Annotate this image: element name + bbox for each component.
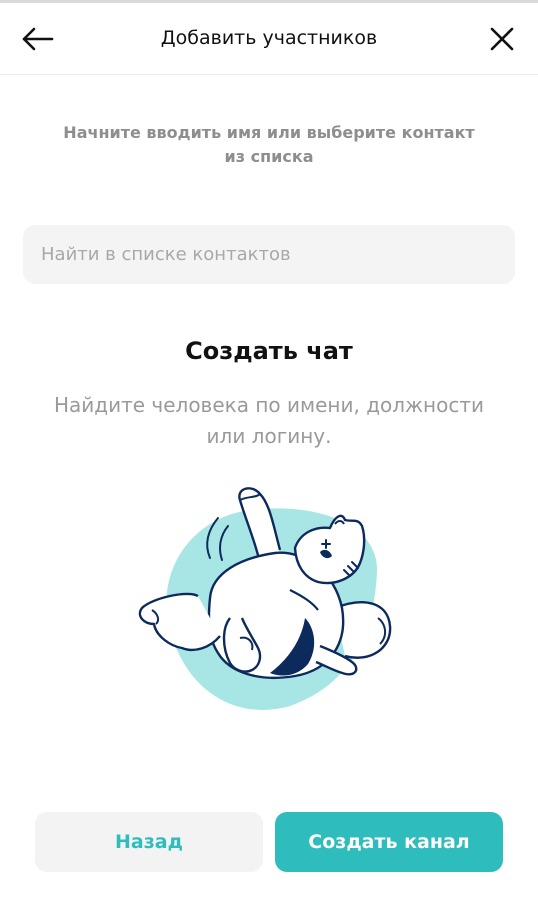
back-footer-button[interactable]: Назад [35, 812, 263, 872]
hint-text: Начните вводить имя или выберите контакт… [40, 121, 498, 169]
header: Добавить участников [0, 3, 538, 75]
cat-illustration [130, 478, 410, 718]
empty-state-title: Создать чат [185, 337, 353, 365]
create-channel-button[interactable]: Создать канал [275, 812, 503, 872]
empty-state-description: Найдите человека по имени, должности или… [30, 390, 508, 452]
close-button[interactable] [484, 21, 520, 57]
search-input[interactable] [23, 225, 515, 284]
empty-state-desc-line-2: или логину. [206, 424, 332, 448]
empty-state-desc-line-1: Найдите человека по имени, должности [53, 393, 485, 417]
page-title: Добавить участников [160, 27, 378, 49]
hint-line-2: из списка [224, 147, 314, 166]
close-icon [490, 27, 514, 51]
hint-line-1: Начните вводить имя или выберите контакт [63, 123, 475, 142]
